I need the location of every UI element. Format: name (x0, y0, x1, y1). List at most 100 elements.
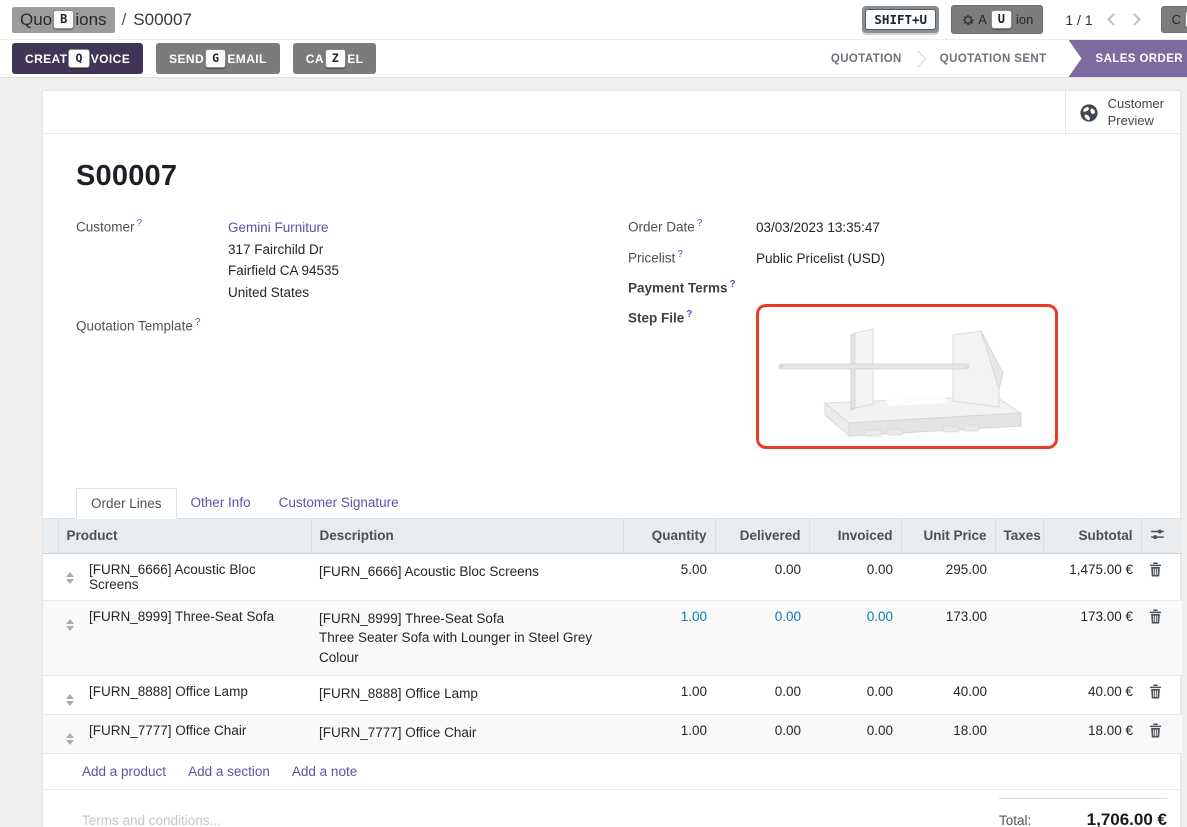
invoiced-cell[interactable]: 0.00 (809, 600, 901, 676)
customer-link[interactable]: Gemini Furniture (228, 220, 329, 235)
page-title: S00007 (76, 160, 1147, 193)
invoiced-cell[interactable]: 0.00 (809, 676, 901, 715)
order-line-row[interactable]: [FURN_8888] Office Lamp [FURN_8888] Offi… (43, 676, 1182, 715)
drag-handle[interactable] (58, 715, 81, 754)
unit-price-cell[interactable]: 173.00 (901, 600, 995, 676)
sale-order-form: CustomerPreview S00007 Customer? Gemini … (42, 90, 1181, 827)
product-cell[interactable]: [FURN_7777] Office Chair (81, 715, 311, 754)
create-invoice-button[interactable]: CREATQVOICE (12, 43, 143, 73)
taxes-cell[interactable] (995, 553, 1043, 600)
action-menu-button[interactable]: AUion (951, 5, 1043, 34)
description-cell[interactable]: [FURN_7777] Office Chair (311, 715, 623, 754)
column-header-product[interactable]: Product (58, 518, 311, 553)
breadcrumb-quotations-link[interactable]: QuoBions (12, 7, 115, 33)
action-bar: CREATQVOICE SENDGEMAIL CAZEL QUOTATION Q… (0, 40, 1187, 78)
taxes-cell[interactable] (995, 676, 1043, 715)
pager-next-icon[interactable] (1128, 13, 1141, 26)
status-step-sales-order[interactable]: SALES ORDER (1069, 40, 1187, 77)
column-header-invoiced[interactable]: Invoiced (809, 518, 901, 553)
customer-value: Gemini Furniture 317 Fairchild Dr Fairfi… (228, 217, 339, 303)
drag-handle[interactable] (58, 676, 81, 715)
action-buttons: CREATQVOICE SENDGEMAIL CAZEL (0, 40, 376, 77)
quantity-cell[interactable]: 1.00 (623, 715, 715, 754)
create-invoice-label-suffix: VOICE (91, 52, 130, 66)
delivered-cell[interactable]: 0.00 (715, 715, 809, 754)
delete-line-icon[interactable] (1141, 600, 1182, 676)
column-header-delivered[interactable]: Delivered (715, 518, 809, 553)
help-icon: ? (677, 249, 683, 260)
pager-counter: 1 / 1 (1065, 12, 1092, 28)
total-summary: Total: 1,706.00 € (999, 798, 1167, 827)
column-header-unit-price[interactable]: Unit Price (901, 518, 995, 553)
drag-handle[interactable] (58, 600, 81, 676)
help-icon: ? (686, 309, 692, 320)
status-step-quotation[interactable]: QUOTATION (813, 40, 920, 77)
column-header-taxes[interactable]: Taxes (995, 518, 1043, 553)
add-a-product-link[interactable]: Add a product (82, 764, 166, 779)
delivered-cell[interactable]: 0.00 (715, 600, 809, 676)
order-lines-table: Product Description Quantity Delivered I… (43, 518, 1182, 791)
optional-columns-icon[interactable] (1150, 528, 1165, 541)
pager-previous-icon[interactable] (1107, 13, 1120, 26)
delete-line-icon[interactable] (1141, 715, 1182, 754)
subtotal-cell: 173.00 € (1043, 600, 1141, 676)
send-email-label-suffix: EMAIL (227, 52, 266, 66)
step-file-preview[interactable] (756, 304, 1058, 449)
create-button[interactable]: C (1161, 6, 1187, 33)
column-header-subtotal[interactable]: Subtotal (1043, 518, 1141, 553)
unit-price-cell[interactable]: 18.00 (901, 715, 995, 754)
cancel-button[interactable]: CAZEL (293, 43, 377, 73)
field-quotation-template: Quotation Template? (76, 316, 628, 334)
column-header-description[interactable]: Description (311, 518, 623, 553)
taxes-cell[interactable] (995, 715, 1043, 754)
delete-line-icon[interactable] (1141, 676, 1182, 715)
quantity-cell[interactable]: 5.00 (623, 553, 715, 600)
content-area: CustomerPreview S00007 Customer? Gemini … (0, 78, 1187, 827)
help-icon: ? (195, 317, 201, 328)
pricelist-value[interactable]: Public Pricelist (USD) (756, 248, 885, 270)
product-cell[interactable]: [FURN_8888] Office Lamp (81, 676, 311, 715)
drag-handle[interactable] (58, 553, 81, 600)
invoiced-cell[interactable]: 0.00 (809, 553, 901, 600)
order-line-row[interactable]: [FURN_7777] Office Chair [FURN_7777] Off… (43, 715, 1182, 754)
shortcut-key-z-badge: Z (325, 49, 346, 67)
create-button-label: C (1172, 12, 1181, 27)
payment-terms-label: Payment Terms? (628, 278, 756, 296)
add-a-section-link[interactable]: Add a section (188, 764, 270, 779)
status-step-quotation-sent[interactable]: QUOTATION SENT (922, 40, 1065, 77)
description-cell[interactable]: [FURN_6666] Acoustic Bloc Screens (311, 553, 623, 600)
gear-icon (961, 13, 975, 27)
breadcrumb-current: S00007 (133, 10, 192, 30)
delivered-cell[interactable]: 0.00 (715, 676, 809, 715)
customer-preview-link[interactable]: CustomerPreview (1065, 91, 1180, 134)
taxes-cell[interactable] (995, 600, 1043, 676)
table-header-row: Product Description Quantity Delivered I… (43, 518, 1182, 553)
invoiced-cell[interactable]: 0.00 (809, 715, 901, 754)
step-file-3d-render (767, 311, 1047, 441)
tab-other-info[interactable]: Other Info (177, 488, 265, 518)
description-cell[interactable]: [FURN_8999] Three-Seat Sofa Three Seater… (311, 600, 623, 676)
add-a-note-link[interactable]: Add a note (292, 764, 357, 779)
tab-customer-signature[interactable]: Customer Signature (265, 488, 413, 518)
subtotal-cell: 1,475.00 € (1043, 553, 1141, 600)
product-cell[interactable]: [FURN_8999] Three-Seat Sofa (81, 600, 311, 676)
order-line-row[interactable]: [FURN_6666] Acoustic Bloc Screens [FURN_… (43, 553, 1182, 600)
quantity-cell[interactable]: 1.00 (623, 600, 715, 676)
quantity-cell[interactable]: 1.00 (623, 676, 715, 715)
order-line-row[interactable]: [FURN_8999] Three-Seat Sofa [FURN_8999] … (43, 600, 1182, 676)
unit-price-cell[interactable]: 295.00 (901, 553, 995, 600)
send-email-button[interactable]: SENDGEMAIL (156, 43, 280, 73)
delete-line-icon[interactable] (1141, 553, 1182, 600)
delivered-cell[interactable]: 0.00 (715, 553, 809, 600)
field-order-date: Order Date? 03/03/2023 13:35:47 (628, 217, 1147, 239)
description-cell[interactable]: [FURN_8888] Office Lamp (311, 676, 623, 715)
terms-and-conditions-input[interactable]: Terms and conditions... (82, 813, 221, 827)
column-header-quantity[interactable]: Quantity (623, 518, 715, 553)
unit-price-cell[interactable]: 40.00 (901, 676, 995, 715)
field-payment-terms: Payment Terms? (628, 278, 1147, 296)
tab-order-lines[interactable]: Order Lines (76, 488, 177, 519)
shortcut-key-u-badge: U (991, 10, 1012, 29)
action-label-suffix: ion (1016, 12, 1033, 27)
product-cell[interactable]: [FURN_6666] Acoustic Bloc Screens (81, 553, 311, 600)
order-date-value[interactable]: 03/03/2023 13:35:47 (756, 217, 880, 239)
